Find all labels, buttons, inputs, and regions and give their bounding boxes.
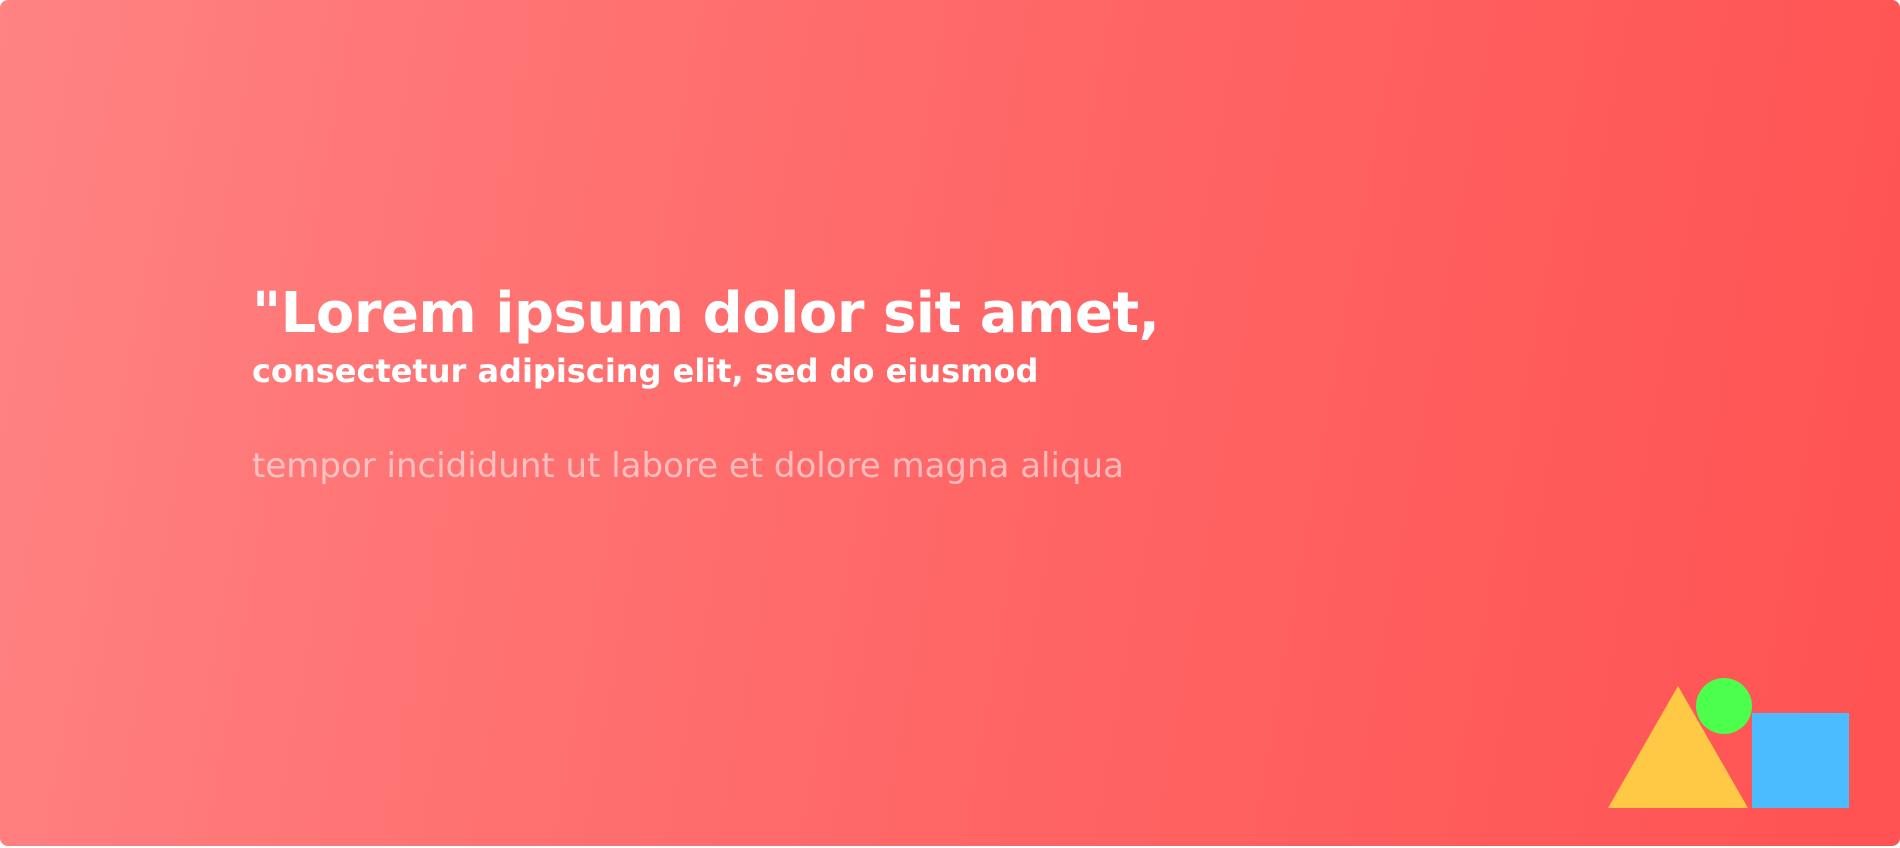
shapes-icon — [1608, 678, 1849, 808]
quote-body: tempor incididunt ut labore et dolore ma… — [252, 446, 1124, 486]
quote-subtitle: consectetur adipiscing elit, sed do eius… — [252, 352, 1039, 390]
quote-block: "Lorem ipsum dolor sit amet, consectetur… — [252, 278, 1160, 488]
circle-shape — [1696, 678, 1752, 734]
quote-title: "Lorem ipsum dolor sit amet, — [252, 281, 1160, 346]
square-shape — [1752, 713, 1849, 808]
hero-banner: "Lorem ipsum dolor sit amet, consectetur… — [0, 0, 1900, 846]
